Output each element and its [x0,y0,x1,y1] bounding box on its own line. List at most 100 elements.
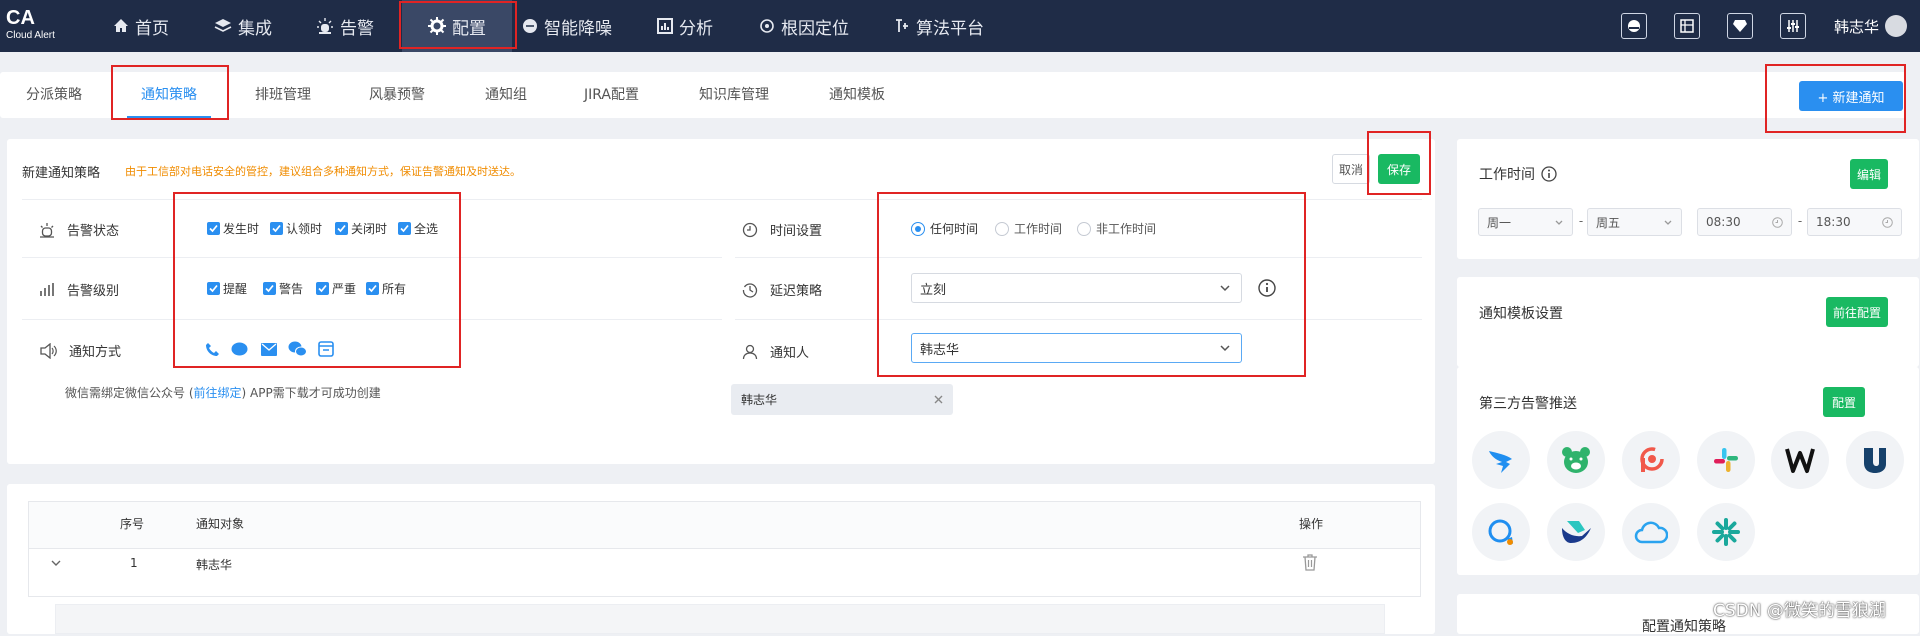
template-card: 通知模板设置 前往配置 [1457,277,1919,367]
nav-algorithm[interactable]: 算法平台 [894,0,984,52]
nav-home[interactable]: 首页 [113,0,169,52]
person-tag: 韩志华 [731,384,953,415]
user-name: 韩志华 [1834,17,1880,36]
tool-icon-4[interactable] [1780,13,1806,39]
info-icon[interactable] [1541,166,1557,182]
panel-title: 新建通知策略 [22,166,101,181]
work-time-title-text: 工作时间 [1479,167,1535,183]
speaker-icon [40,342,57,359]
dashboard-icon [1680,19,1694,33]
sliders-icon [1787,20,1799,32]
time-to-value: 18:30 [1816,215,1851,229]
noise-icon [523,19,537,33]
clock-icon [1882,217,1893,228]
chevron-down-icon [1664,220,1672,225]
alarm-level-text: 告警级别 [67,284,120,299]
logo-subtitle: Cloud Alert [6,30,55,41]
target-table-panel: 序号 通知对象 操作 1 韩志华 [7,484,1435,634]
cloud-icon[interactable] [1622,503,1680,561]
asterisk-app-icon[interactable] [1697,503,1755,561]
highlight-notify-tab [111,65,229,120]
day-to-select[interactable]: 周五 [1587,208,1682,236]
sub-tabs: 分派策略 通知策略 排班管理 风暴预警 通知组 JIRA配置 知识库管理 通知模… [0,72,1906,118]
day-from-select[interactable]: 周一 [1478,208,1573,236]
chevron-down-icon [1555,220,1563,225]
highlight-new-button [1765,64,1906,133]
layers-icon [214,19,232,32]
bind-link[interactable]: 前往绑定 [194,386,242,400]
day-from-value: 周一 [1487,215,1512,230]
avatar [1885,15,1908,37]
time-to-input[interactable]: 18:30 [1807,208,1902,236]
pagerduty-icon[interactable] [1622,431,1680,489]
time-from-value: 08:30 [1706,215,1741,229]
delay-policy-label: 延迟策略 [742,280,822,299]
wechat-note-prefix: 微信需绑定微信公众号 ( [65,386,194,400]
home-icon [114,19,128,32]
logo-title: CA [6,7,35,29]
row-index: 1 [130,556,138,570]
cancel-button[interactable]: 取消 [1332,154,1370,184]
tab-jira[interactable]: JIRA配置 [584,72,639,118]
nav-analysis-label: 分析 [679,18,713,39]
u-app-icon[interactable] [1846,431,1904,489]
tool-icon-1[interactable] [1621,13,1647,39]
th-action: 操作 [1299,517,1324,531]
feishu-icon[interactable] [1547,503,1605,561]
help-icon [1628,20,1640,32]
algorithm-icon [896,19,908,32]
tab-knowledge[interactable]: 知识库管理 [699,72,769,118]
notify-person-text: 通知人 [770,346,810,361]
th-index: 序号 [120,517,145,531]
nav-root-cause-label: 根因定位 [781,18,849,39]
third-party-config-button[interactable]: 配置 [1823,387,1865,417]
time-setting-text: 时间设置 [770,224,823,239]
slack-icon[interactable] [1697,431,1755,489]
alarm-icon [40,222,54,238]
work-time-title: 工作时间 [1479,164,1557,184]
chart-icon [657,18,673,34]
tab-notify-group[interactable]: 通知组 [485,72,527,118]
work-time-card: 工作时间 编辑 周一 - 周五 08:30 - 18:30 [1457,139,1919,259]
chat-bubble-icon[interactable] [1472,503,1530,561]
dingtalk-icon[interactable] [1472,431,1530,489]
alarm-status-text: 告警状态 [67,224,120,239]
edit-work-time-button[interactable]: 编辑 [1850,159,1888,189]
trash-icon[interactable] [1302,554,1318,571]
w-app-icon[interactable] [1771,431,1829,489]
nav-noise-label: 智能降噪 [544,18,612,39]
chevron-down-icon[interactable] [50,557,62,569]
time-range-dash: - [1797,214,1803,228]
nav-noise-reduction[interactable]: 智能降噪 [522,0,612,52]
alarm-level-label: 告警级别 [39,280,119,299]
close-icon[interactable] [934,395,943,404]
warning-text: 由于工信部对电话安全的管控，建议组合多种通知方式，保证告警通知及时送达。 [125,165,521,178]
nav-integration-label: 集成 [238,18,272,39]
tab-notify-template[interactable]: 通知模板 [829,72,885,118]
time-from-input[interactable]: 08:30 [1697,208,1792,236]
nav-algorithm-label: 算法平台 [916,18,984,39]
alarm-icon [317,18,333,34]
logo[interactable]: CA Cloud Alert [6,8,55,41]
day-to-value: 周五 [1596,215,1621,230]
tool-icon-3[interactable] [1727,13,1753,39]
user-menu[interactable]: 韩志华 [1834,0,1908,52]
nav-root-cause[interactable]: 根因定位 [759,0,849,52]
nav-alarm-label: 告警 [340,18,374,39]
tab-dispatch-policy[interactable]: 分派策略 [26,72,82,118]
nav-analysis[interactable]: 分析 [657,0,713,52]
nav-integration[interactable]: 集成 [214,0,272,52]
nav-alarm[interactable]: 告警 [316,0,374,52]
tab-schedule[interactable]: 排班管理 [255,72,311,118]
bear-app-icon[interactable] [1547,431,1605,489]
third-party-card: 第三方告警推送 配置 [1457,367,1919,575]
tab-storm-warning[interactable]: 风暴预警 [369,72,425,118]
highlight-save-button [1367,131,1431,195]
third-party-title: 第三方告警推送 [1479,396,1577,412]
row-target: 韩志华 [196,558,233,572]
goto-config-button[interactable]: 前往配置 [1826,297,1888,327]
top-navbar: CA Cloud Alert 首页 集成 告警 配置 智能降噪 分析 根因定位 … [0,0,1920,52]
diamond-icon [1733,20,1747,32]
history-icon [742,282,758,298]
tool-icon-2[interactable] [1674,13,1700,39]
